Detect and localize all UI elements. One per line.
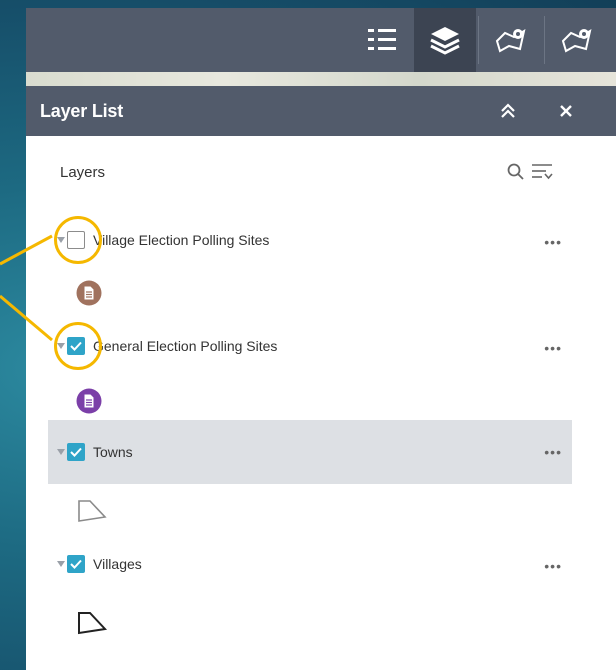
map-tool-button-2[interactable]	[546, 8, 608, 72]
layers-stack-icon	[430, 27, 460, 55]
panel-header: Layer List	[26, 86, 616, 136]
layers-subheading: Layers	[60, 164, 106, 181]
search-button[interactable]	[506, 162, 526, 187]
close-button[interactable]	[554, 99, 578, 123]
document-icon	[76, 388, 102, 414]
search-icon	[507, 163, 524, 180]
filter-icon	[532, 164, 553, 180]
layer-row-towns[interactable]: Towns •••	[48, 420, 572, 484]
panel-title: Layer List	[40, 100, 124, 121]
highlight-circle	[54, 322, 102, 370]
map-background	[26, 72, 616, 86]
layer-label: Villages	[93, 556, 142, 572]
expand-caret-icon[interactable]	[57, 561, 65, 567]
map-tool-button-1[interactable]	[480, 8, 542, 72]
layer-list-button[interactable]	[414, 8, 476, 72]
collapse-button[interactable]	[496, 99, 520, 123]
polygon-icon	[78, 612, 108, 635]
checkmark-icon	[70, 447, 82, 457]
more-options-button[interactable]: •••	[544, 340, 562, 356]
layer-visibility-checkbox[interactable]	[67, 555, 85, 573]
layer-row-general-polling: General Election Polling Sites •••	[48, 326, 572, 366]
collapse-icon	[501, 103, 515, 118]
more-options-button[interactable]: •••	[544, 558, 562, 574]
close-icon	[560, 105, 572, 117]
toolbar-separator	[478, 16, 479, 64]
layer-row-village-polling: Village Election Polling Sites •••	[48, 220, 572, 260]
layer-label: Towns	[93, 444, 133, 460]
layers-list-icon	[368, 29, 396, 50]
more-options-button[interactable]: •••	[544, 444, 562, 460]
polygon-icon	[78, 500, 107, 522]
map-pin-icon	[561, 28, 592, 53]
map-toolbar	[26, 8, 616, 72]
expand-caret-icon[interactable]	[57, 449, 65, 455]
layer-visibility-checkbox[interactable]	[67, 443, 85, 461]
more-options-button[interactable]: •••	[544, 234, 562, 250]
layer-row-villages: Villages •••	[48, 544, 572, 584]
filter-button[interactable]	[530, 160, 554, 189]
map-pin-icon	[495, 28, 526, 53]
checkmark-icon	[70, 559, 82, 569]
document-icon	[76, 280, 102, 306]
toolbar-separator	[544, 16, 545, 64]
layer-list-panel: Layer List Layers Village Election Polli…	[26, 86, 616, 670]
layer-label: General Election Polling Sites	[93, 338, 278, 354]
legend-button[interactable]	[350, 8, 412, 72]
highlight-circle	[54, 216, 102, 264]
layer-label: Village Election Polling Sites	[93, 232, 270, 248]
